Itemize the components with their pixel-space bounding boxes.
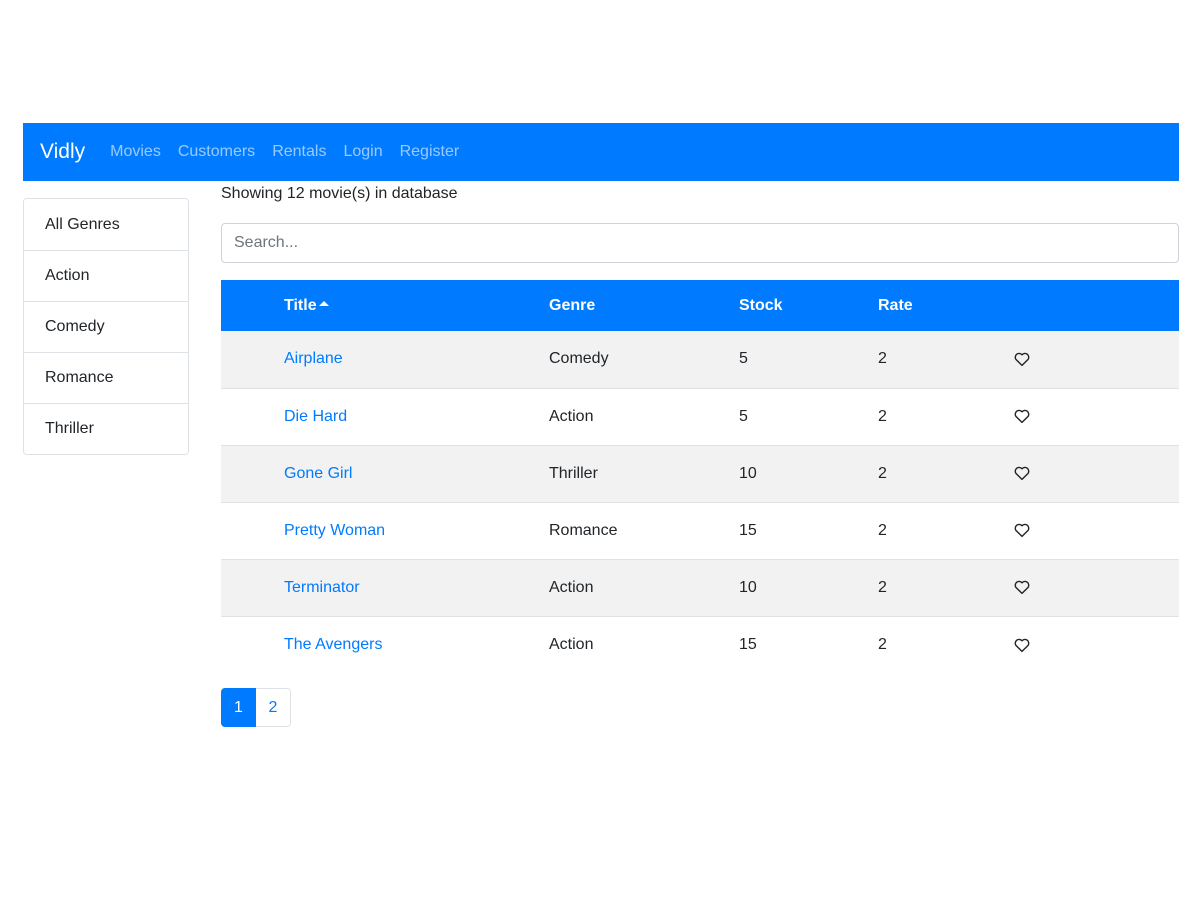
table-row: Airplane Comedy 5 2 [221, 331, 1179, 388]
genre-item-comedy[interactable]: Comedy [24, 301, 188, 352]
brand-logo[interactable]: Vidly [40, 140, 85, 164]
movie-title-link[interactable]: The Avengers [284, 636, 382, 653]
cell-stock: 10 [739, 578, 757, 596]
pagination: 1 2 [221, 688, 291, 727]
genre-item-thriller[interactable]: Thriller [24, 403, 188, 454]
cell-genre: Action [549, 635, 594, 653]
cell-genre: Comedy [549, 350, 609, 368]
table-row: Die Hard Action 5 2 [221, 388, 1179, 445]
cell-like [1013, 445, 1179, 502]
heart-outline-icon[interactable] [1013, 578, 1031, 596]
table-row: Gone Girl Thriller 10 2 [221, 445, 1179, 502]
header-like [1013, 280, 1179, 331]
header-spacer [221, 280, 284, 331]
page-button-2[interactable]: 2 [256, 688, 291, 727]
cell-stock: 15 [739, 635, 757, 653]
cell-genre: Thriller [549, 464, 598, 482]
cell-title: The Avengers [284, 616, 549, 673]
cell-stock: 15 [739, 521, 757, 539]
cell-stock: 10 [739, 464, 757, 482]
row-spacer [221, 559, 284, 616]
header-genre[interactable]: Genre [549, 280, 739, 331]
cell-genre: Action [549, 407, 594, 425]
cell-rate: 2 [878, 521, 887, 539]
nav-link-rentals[interactable]: Rentals [272, 143, 326, 161]
cell-rate: 2 [878, 578, 887, 596]
row-spacer [221, 388, 284, 445]
cell-like [1013, 331, 1179, 388]
header-title-label: Title [284, 296, 317, 314]
table-header-row: Title Genre Stock Rate [221, 280, 1179, 331]
movie-title-link[interactable]: Gone Girl [284, 465, 352, 482]
heart-outline-icon[interactable] [1013, 407, 1031, 425]
cell-title: Gone Girl [284, 445, 549, 502]
cell-rate: 2 [878, 350, 887, 368]
cell-like [1013, 616, 1179, 673]
genre-list: All Genres Action Comedy Romance Thrille… [23, 198, 189, 455]
navbar: Vidly Movies Customers Rentals Login Reg… [23, 123, 1179, 181]
cell-rate: 2 [878, 464, 887, 482]
caret-up-icon [318, 300, 329, 306]
nav-link-login[interactable]: Login [343, 143, 382, 161]
genre-item-action[interactable]: Action [24, 250, 188, 301]
heart-outline-icon[interactable] [1013, 521, 1031, 539]
nav-link-movies[interactable]: Movies [110, 143, 161, 161]
cell-rate: 2 [878, 635, 887, 653]
row-spacer [221, 331, 284, 388]
cell-rate: 2 [878, 407, 887, 425]
genre-item-romance[interactable]: Romance [24, 352, 188, 403]
row-spacer [221, 616, 284, 673]
nav-link-register[interactable]: Register [400, 143, 460, 161]
table-row: Terminator Action 10 2 [221, 559, 1179, 616]
movie-title-link[interactable]: Die Hard [284, 408, 347, 425]
cell-title: Pretty Woman [284, 502, 549, 559]
header-stock[interactable]: Stock [739, 280, 878, 331]
cell-title: Terminator [284, 559, 549, 616]
heart-outline-icon[interactable] [1013, 636, 1031, 654]
table-row: The Avengers Action 15 2 [221, 616, 1179, 673]
cell-stock: 5 [739, 407, 748, 425]
page-button-1[interactable]: 1 [221, 688, 256, 727]
heart-outline-icon[interactable] [1013, 350, 1031, 368]
cell-title: Airplane [284, 331, 549, 388]
row-spacer [221, 502, 284, 559]
header-title[interactable]: Title [284, 280, 549, 331]
movie-title-link[interactable]: Pretty Woman [284, 522, 385, 539]
cell-like [1013, 502, 1179, 559]
cell-stock: 5 [739, 350, 748, 368]
cell-genre: Romance [549, 521, 618, 539]
nav-link-customers[interactable]: Customers [178, 143, 255, 161]
cell-like [1013, 559, 1179, 616]
genre-item-all[interactable]: All Genres [24, 199, 188, 250]
movies-table: Title Genre Stock Rate Airplane Comedy 5… [221, 280, 1179, 673]
movie-count-text: Showing 12 movie(s) in database [221, 185, 458, 202]
search-input[interactable] [221, 223, 1179, 263]
movie-title-link[interactable]: Terminator [284, 579, 360, 596]
heart-outline-icon[interactable] [1013, 464, 1031, 482]
movie-title-link[interactable]: Airplane [284, 350, 343, 367]
table-row: Pretty Woman Romance 15 2 [221, 502, 1179, 559]
cell-genre: Action [549, 578, 594, 596]
header-rate[interactable]: Rate [878, 280, 1013, 331]
cell-like [1013, 388, 1179, 445]
row-spacer [221, 445, 284, 502]
cell-title: Die Hard [284, 388, 549, 445]
